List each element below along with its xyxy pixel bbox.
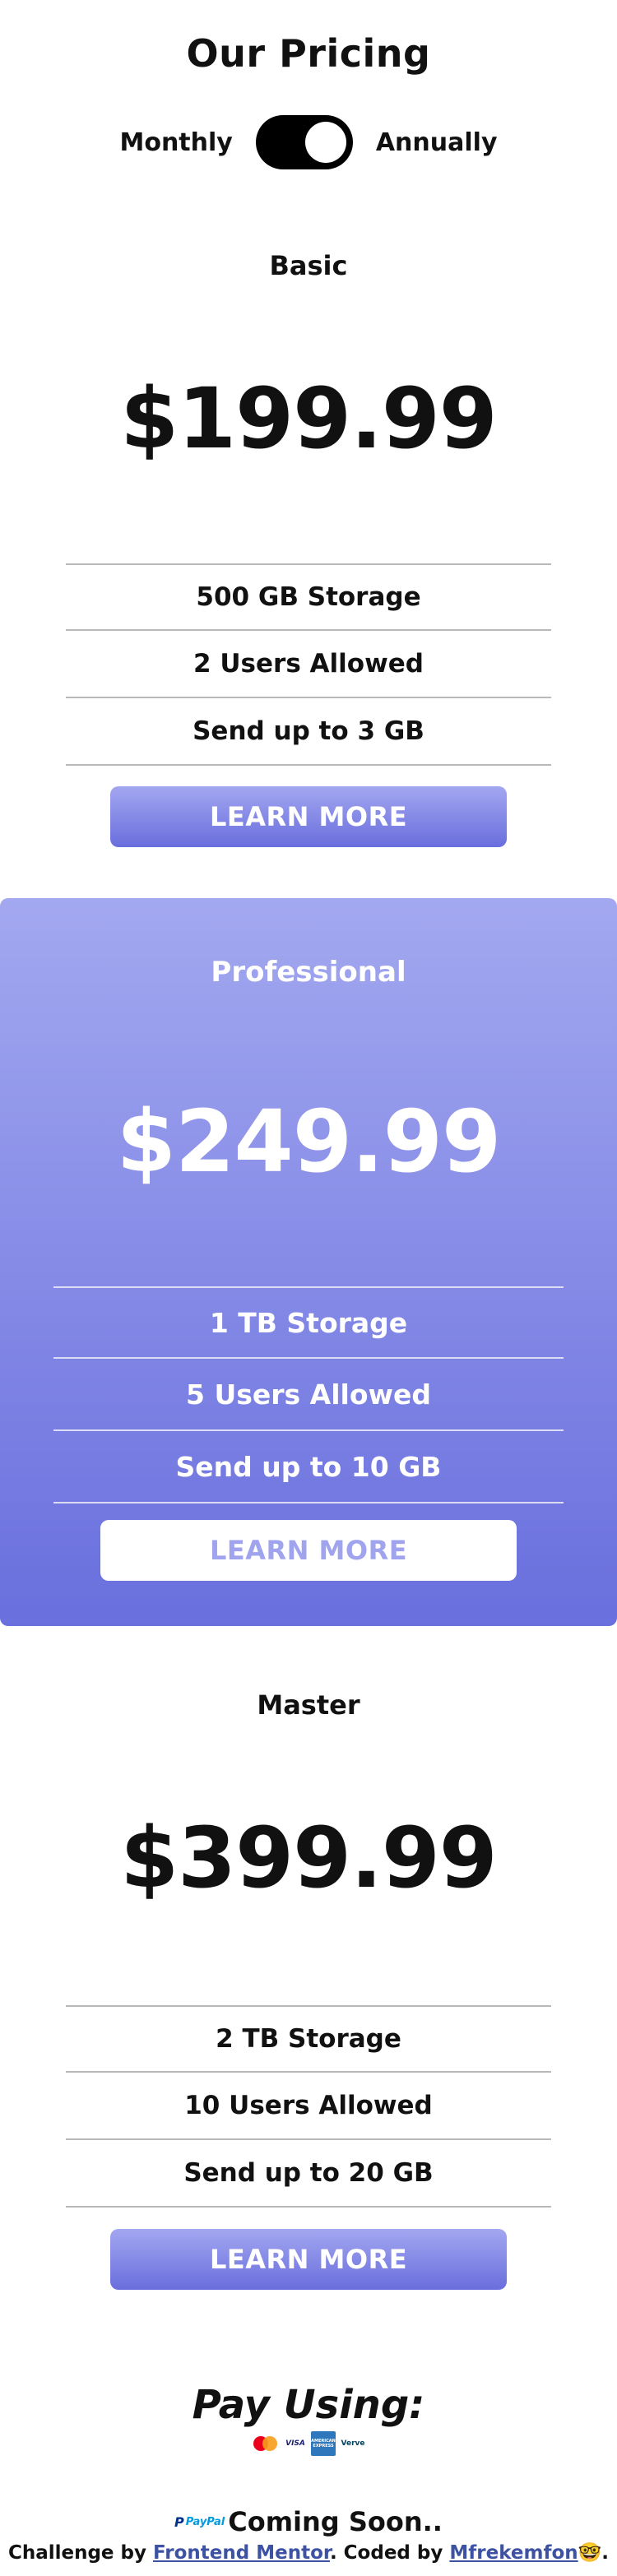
- feature-item: Send up to 3 GB: [66, 698, 551, 766]
- billing-toggle-row: Monthly Annually: [0, 114, 617, 171]
- feature-item: 5 Users Allowed: [53, 1359, 564, 1431]
- feature-item: 2 TB Storage: [66, 2005, 551, 2073]
- feature-item: 2 Users Allowed: [66, 631, 551, 698]
- plan-card-professional: Professional $249.99 1 TB Storage 5 User…: [0, 898, 617, 1626]
- feature-item: Send up to 20 GB: [66, 2140, 551, 2208]
- amex-icon: AMERICAN EXPRESS: [311, 2431, 336, 2456]
- plan-price: $399.99: [120, 1809, 498, 1907]
- feature-item: Send up to 10 GB: [53, 1431, 564, 1503]
- billing-toggle-switch[interactable]: [255, 115, 353, 169]
- verve-icon: Verve: [341, 2439, 365, 2448]
- mastercard-icon: [252, 2435, 280, 2453]
- amex-label: AMERICAN EXPRESS: [311, 2439, 336, 2449]
- plan-card-basic: Basic $199.99 500 GB Storage 2 Users All…: [0, 239, 617, 864]
- paypal-label: PayPal: [185, 2515, 225, 2528]
- pay-using-title: Pay Using:: [192, 2382, 425, 2428]
- attribution: Challenge by Frontend Mentor. Coded by M…: [0, 2541, 617, 2564]
- page-title: Our Pricing: [186, 31, 431, 76]
- monthly-label: Monthly: [119, 127, 233, 157]
- feature-list: 2 TB Storage 10 Users Allowed Send up to…: [66, 2005, 551, 2208]
- plan-price: $199.99: [120, 370, 498, 468]
- author-link[interactable]: Mfrekemfon: [449, 2542, 578, 2564]
- frontend-mentor-link[interactable]: Frontend Mentor: [153, 2542, 330, 2564]
- learn-more-button-master[interactable]: LEARN MORE: [110, 2229, 507, 2290]
- toggle-knob: [304, 122, 346, 163]
- paypal-icon: P PayPal: [174, 2513, 225, 2530]
- feature-item: 10 Users Allowed: [66, 2073, 551, 2140]
- pricing-page: Our Pricing Monthly Annually Basic $199.…: [0, 0, 617, 2576]
- payment-methods: VISA AMERICAN EXPRESS Verve: [0, 2431, 617, 2456]
- coming-soon-text: Coming Soon..: [228, 2506, 443, 2537]
- coming-soon-row: P PayPal Coming Soon..: [0, 2505, 617, 2538]
- attribution-prefix: Challenge by: [7, 2542, 154, 2564]
- plan-name: Master: [257, 1689, 360, 1721]
- attribution-middle: . Coded by: [329, 2542, 450, 2564]
- learn-more-button-basic[interactable]: LEARN MORE: [110, 786, 507, 847]
- feature-list: 1 TB Storage 5 Users Allowed Send up to …: [53, 1286, 564, 1503]
- learn-more-button-professional[interactable]: LEARN MORE: [100, 1520, 517, 1581]
- feature-list: 500 GB Storage 2 Users Allowed Send up t…: [66, 563, 551, 766]
- plan-card-master: Master $399.99 2 TB Storage 10 Users All…: [0, 1678, 617, 2303]
- plan-price: $249.99: [116, 1091, 502, 1192]
- feature-item: 1 TB Storage: [53, 1286, 564, 1359]
- visa-icon: VISA: [285, 2439, 305, 2448]
- feature-item: 500 GB Storage: [66, 563, 551, 631]
- plan-name: Professional: [211, 956, 406, 989]
- attribution-suffix: .: [601, 2542, 610, 2564]
- plan-name: Basic: [269, 250, 348, 281]
- annually-label: Annually: [375, 127, 498, 157]
- nerd-face-emoji: 🤓: [578, 2542, 602, 2564]
